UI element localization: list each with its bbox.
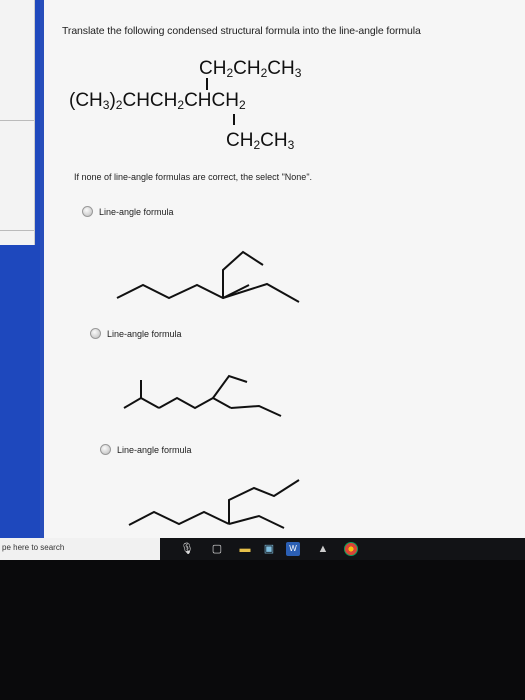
- taskbar-search-input[interactable]: pe here to search: [0, 538, 160, 560]
- formula-bond-bottom: [233, 114, 235, 125]
- option-3-radio[interactable]: [100, 444, 111, 455]
- option-1-label: Line-angle formula: [99, 206, 174, 217]
- formula-bottom: CH2CH3: [226, 130, 295, 152]
- file-explorer-icon[interactable]: ▬: [238, 542, 252, 556]
- screen: Translate the following condensed struct…: [0, 0, 525, 540]
- app-icon[interactable]: ▲: [316, 542, 330, 556]
- option-2[interactable]: Line-angle formula: [90, 328, 182, 339]
- option-2-label: Line-angle formula: [107, 328, 182, 339]
- store-icon[interactable]: ▣: [262, 542, 276, 556]
- option-3-structure: [128, 479, 300, 529]
- option-2-radio[interactable]: [90, 328, 101, 339]
- option-1-radio[interactable]: [82, 206, 93, 217]
- instruction-note: If none of line-angle formulas are corre…: [74, 172, 313, 182]
- formula-main: (CH3)2CHCH2CHCH2: [69, 90, 246, 112]
- option-2-structure: [123, 374, 282, 417]
- taskbar: pe here to search 🎙 ▢ ▬ ▣ W ▲: [0, 538, 525, 560]
- option-3-label: Line-angle formula: [117, 444, 192, 455]
- word-icon[interactable]: W: [286, 542, 300, 556]
- chrome-icon[interactable]: [344, 542, 358, 556]
- microphone-icon[interactable]: 🎙: [180, 542, 194, 556]
- option-1[interactable]: Line-angle formula: [82, 206, 174, 217]
- question-prompt: Translate the following condensed struct…: [62, 25, 421, 37]
- formula-top: CH2CH2CH3: [199, 58, 302, 80]
- option-3[interactable]: Line-angle formula: [100, 444, 192, 455]
- quiz-page: Translate the following condensed struct…: [44, 0, 525, 540]
- task-view-icon[interactable]: ▢: [210, 542, 224, 556]
- formula-bond-top: [206, 78, 208, 90]
- side-panel: [0, 0, 35, 245]
- option-1-structure: [116, 250, 300, 303]
